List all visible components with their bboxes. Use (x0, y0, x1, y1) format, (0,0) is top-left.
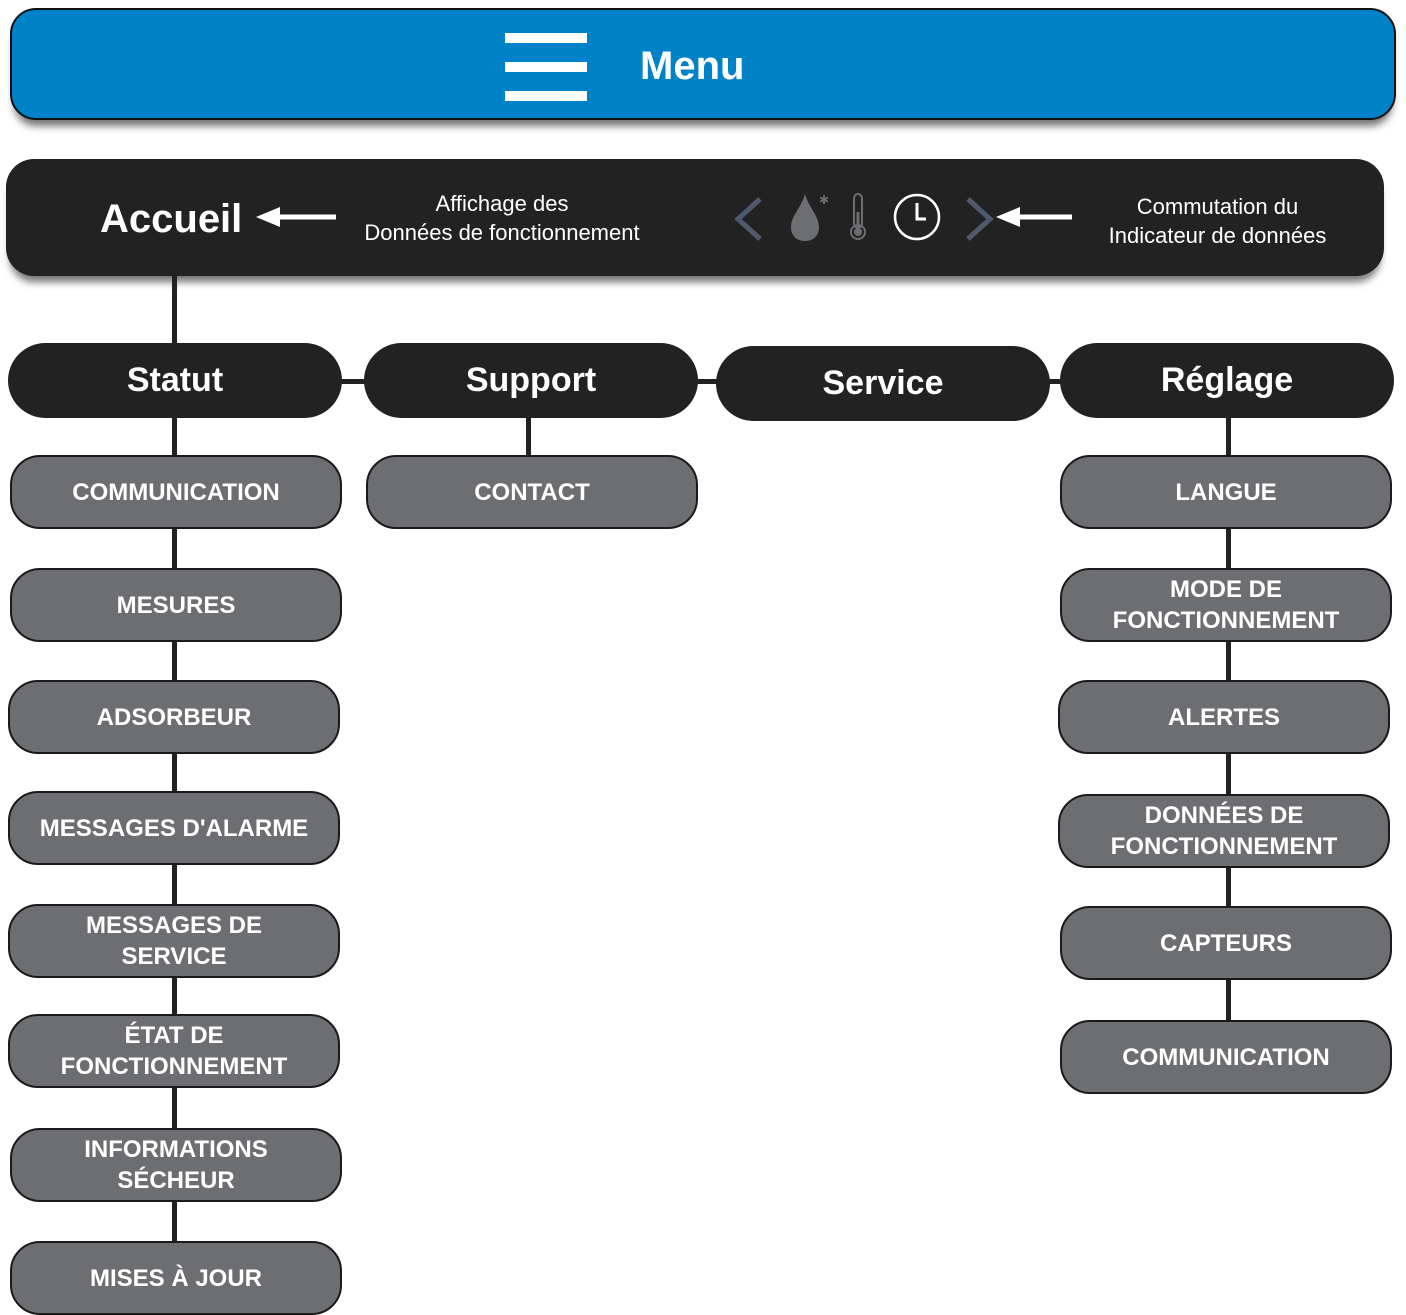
statut-item-communication[interactable]: COMMUNICATION (10, 455, 342, 529)
home-title[interactable]: Accueil (100, 193, 242, 245)
statut-item-mesures[interactable]: MESURES (10, 568, 342, 642)
annotation-arrow-right-icon (996, 207, 1072, 227)
support-item-contact[interactable]: CONTACT (366, 455, 698, 529)
statut-item-adsorbeur[interactable]: ADSORBEUR (8, 680, 340, 754)
annotation-data-display: Affichage des Données de fonctionnement (364, 191, 640, 245)
connector-line (526, 415, 531, 460)
svg-text:✱: ✱ (819, 193, 828, 207)
category-reglage[interactable]: Réglage (1060, 343, 1394, 418)
clock-icon (893, 193, 941, 241)
menu-title: Menu (640, 44, 745, 88)
water-drop-icon: ✱ (791, 193, 828, 241)
reglage-item-communication[interactable]: COMMUNICATION (1060, 1020, 1392, 1094)
statut-item-etat-fonctionnement[interactable]: ÉTAT DE FONCTIONNEMENT (8, 1014, 340, 1088)
statut-item-messages-service[interactable]: MESSAGES DE SERVICE (8, 904, 340, 978)
annotation-arrow-left-icon (256, 207, 336, 227)
reglage-item-donnees-fonctionnement[interactable]: DONNÉES DE FONCTIONNEMENT (1058, 794, 1390, 868)
reglage-item-capteurs[interactable]: CAPTEURS (1060, 906, 1392, 980)
statut-item-informations-secheur[interactable]: INFORMATIONS SÉCHEUR (10, 1128, 342, 1202)
connector-line (172, 276, 177, 346)
annotation-indicator-switch: Commutation du Indicateur de données (1108, 194, 1327, 248)
thermometer-icon (850, 193, 866, 240)
reglage-item-alertes[interactable]: ALERTES (1058, 680, 1390, 754)
category-statut[interactable]: Statut (8, 343, 342, 418)
chevron-right-icon[interactable] (964, 196, 996, 242)
category-support[interactable]: Support (364, 343, 698, 418)
reglage-item-langue[interactable]: LANGUE (1060, 455, 1392, 529)
statut-item-messages-alarme[interactable]: MESSAGES D'ALARME (8, 791, 340, 865)
chevron-left-icon[interactable] (732, 196, 764, 242)
reglage-item-mode-fonctionnement[interactable]: MODE DE FONCTIONNEMENT (1060, 568, 1392, 642)
category-service[interactable]: Service (716, 346, 1050, 421)
hamburger-icon[interactable] (505, 33, 587, 101)
statut-item-mises-a-jour[interactable]: MISES À JOUR (10, 1241, 342, 1315)
